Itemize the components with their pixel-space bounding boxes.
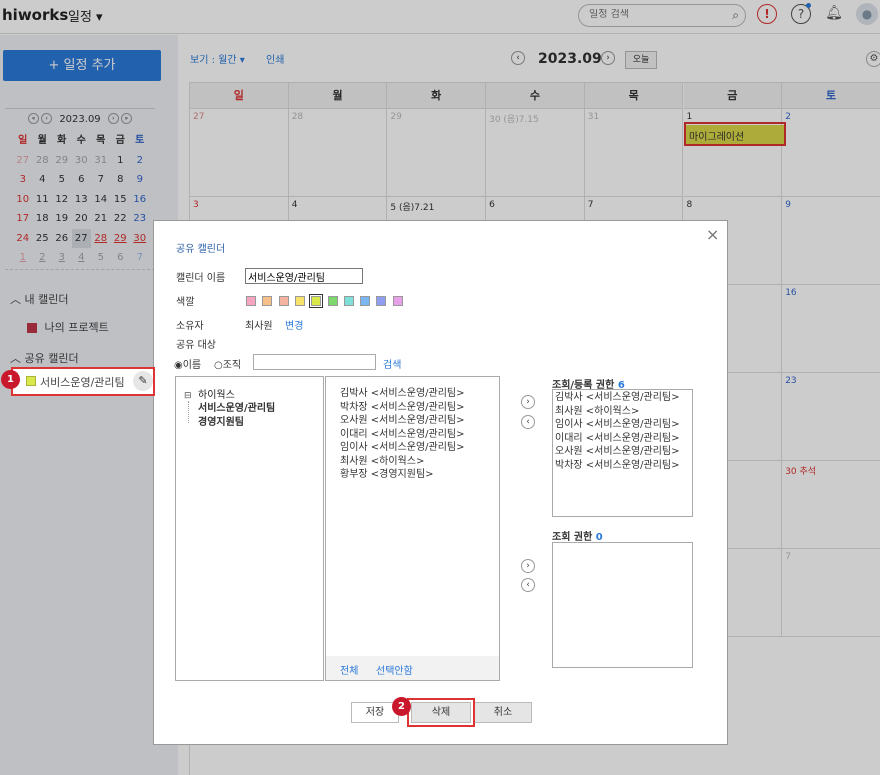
highlight-frame xyxy=(407,698,475,727)
member-search-button[interactable]: 검색 xyxy=(383,356,401,371)
color-swatch[interactable] xyxy=(360,296,371,306)
owner-change-link[interactable]: 변경 xyxy=(285,317,303,332)
deselect-link[interactable]: 선택안함 xyxy=(376,662,413,677)
step-badge-2: 2 xyxy=(392,697,411,716)
r-permission-label: 조회 권한 0 xyxy=(552,532,603,543)
list-item[interactable]: 이대리 <서비스운영/관리팀> xyxy=(340,428,465,442)
rw-permission-list[interactable]: 김박사 <서비스운영/관리팀> 최사원 <하이웍스> 임이사 <서비스운영/관리팀>… xyxy=(552,389,693,517)
highlight-frame xyxy=(11,367,155,396)
list-item[interactable]: 이대리 <서비스운영/관리팀> xyxy=(555,432,680,446)
list-item[interactable]: 임이사 <서비스운영/관리팀> xyxy=(555,418,680,432)
list-item[interactable]: 박차장 <서비스운영/관리팀> xyxy=(555,459,680,473)
list-item[interactable]: 김박사 <서비스운영/관리팀> xyxy=(340,387,465,401)
list-item[interactable]: 김박사 <서비스운영/관리팀> xyxy=(555,391,680,405)
color-swatch[interactable] xyxy=(246,296,256,306)
share-target-label: 공유 대상 xyxy=(176,340,216,351)
step-badge-1: 1 xyxy=(1,370,20,389)
color-swatch[interactable] xyxy=(376,296,387,306)
collapse-icon[interactable]: ⊟ xyxy=(184,391,192,401)
tree-node[interactable]: 서비스운영/관리팀 xyxy=(198,402,275,416)
select-all-link[interactable]: 전체 xyxy=(340,662,358,677)
list-item[interactable]: 최사원 <하이웍스> xyxy=(340,455,465,469)
owner-value: 최사원 xyxy=(245,321,273,332)
org-tree: ⊟ 하이웍스 서비스운영/관리팀 경영지원팀 xyxy=(175,376,324,681)
color-swatch[interactable] xyxy=(327,296,338,306)
radio-name[interactable]: ◉이름 xyxy=(174,356,201,371)
owner-label: 소유자 xyxy=(176,321,204,332)
shared-calendar-dialog: 공유 캘린더 × 캘린더 이름 색깔 소유자 최사원 변경 공유 대상 ◉이름 … xyxy=(153,220,728,745)
color-swatch[interactable] xyxy=(343,296,354,306)
tree-node[interactable]: 경영지원팀 xyxy=(198,416,244,430)
color-swatch[interactable] xyxy=(392,296,403,306)
list-item[interactable]: 황부장 <경영지원팀> xyxy=(340,468,465,482)
color-label: 색깔 xyxy=(176,297,195,308)
color-swatch[interactable] xyxy=(262,296,273,306)
list-item[interactable]: 오사원 <서비스운영/관리팀> xyxy=(555,445,680,459)
list-item[interactable]: 박차장 <서비스운영/관리팀> xyxy=(340,401,465,415)
color-swatch[interactable] xyxy=(309,294,324,308)
close-icon[interactable]: × xyxy=(706,225,719,244)
member-list: 김박사 <서비스운영/관리팀> 박차장 <서비스운영/관리팀> 오사원 <서비스운영… xyxy=(325,376,500,681)
color-swatch[interactable] xyxy=(294,296,305,306)
member-list-footer: 전체 선택안함 xyxy=(326,656,499,680)
color-swatch[interactable] xyxy=(278,296,289,306)
cancel-button[interactable]: 취소 xyxy=(474,702,532,723)
remove-rw-arrow[interactable]: ‹ xyxy=(521,415,535,429)
calendar-name-input[interactable] xyxy=(245,268,363,284)
r-permission-list[interactable] xyxy=(552,542,693,668)
member-search-input[interactable] xyxy=(253,354,376,370)
list-item[interactable]: 최사원 <하이웍스> xyxy=(555,405,680,419)
radio-org[interactable]: ○조직 xyxy=(214,356,241,371)
add-r-arrow[interactable]: › xyxy=(521,559,535,573)
dialog-title: 공유 캘린더 xyxy=(176,244,226,255)
list-item[interactable]: 오사원 <서비스운영/관리팀> xyxy=(340,414,465,428)
remove-r-arrow[interactable]: ‹ xyxy=(521,578,535,592)
list-item[interactable]: 임이사 <서비스운영/관리팀> xyxy=(340,441,465,455)
name-label: 캘린더 이름 xyxy=(176,273,226,284)
tree-root[interactable]: 하이웍스 xyxy=(198,389,235,403)
add-rw-arrow[interactable]: › xyxy=(521,395,535,409)
